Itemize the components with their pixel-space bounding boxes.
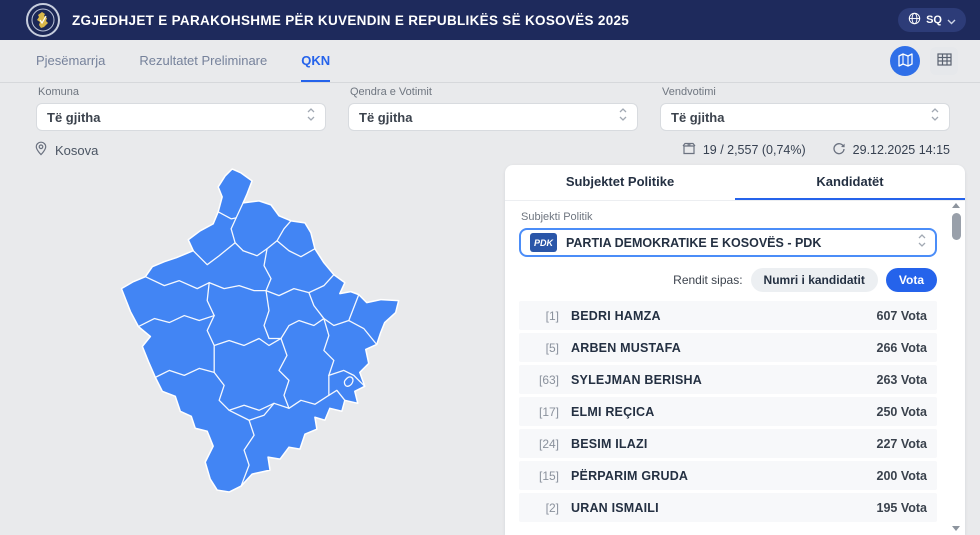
filter-komuna-label: Komuna [38,86,79,98]
up-down-chevrons-icon [619,108,627,126]
scroll-up-icon[interactable] [952,203,960,208]
candidate-name: BESIM ILAZI [571,436,648,451]
sort-by-candidate-number-button[interactable]: Numri i kandidatit [750,268,878,292]
candidate-row[interactable]: [17] ELMI REÇICA 250 Vota [519,397,937,426]
candidate-number: [15] [538,468,559,483]
candidate-row[interactable]: [5] ARBEN MUSTAFA 266 Vota [519,333,937,362]
app-header: ZGJEDHJET E PARAKOHSHME PËR KUVENDIN E R… [0,0,980,40]
candidate-name: PËRPARIM GRUDA [571,468,689,483]
language-code: SQ [926,14,942,26]
language-selector[interactable]: SQ [898,8,966,32]
candidate-votes: 227 Vota [876,436,928,451]
up-down-chevrons-icon [931,108,939,126]
subject-politik-select[interactable]: PDK PARTIA DEMOKRATIKE E KOSOVËS - PDK [519,228,937,257]
filter-komuna-value: Të gjitha [47,109,101,125]
candidate-row[interactable]: [24] BESIM ILAZI 227 Vota [519,429,937,458]
filter-qendra: Qendra e Votimit Të gjitha [348,86,638,131]
page-title: ZGJEDHJET E PARAKOHSHME PËR KUVENDIN E R… [72,12,630,28]
ballot-box-icon [682,142,696,158]
status-row: Kosova 19 / 2,557 (0,74%) 29.12.2025 14:… [34,139,950,161]
view-toggles [890,40,958,82]
scroll-down-icon[interactable] [952,526,960,531]
candidate-number: [1] [545,308,559,323]
panel-body: Subjekti Politik PDK PARTIA DEMOKRATIKE … [505,201,965,522]
pdk-party-logo: PDK [530,233,557,252]
up-down-chevrons-icon [918,233,926,252]
filter-qendra-label: Qendra e Votimit [350,86,432,98]
tab-qkn[interactable]: QKN [301,40,331,82]
candidate-number: [63] [538,372,559,387]
tab-rezultatet-preliminare[interactable]: Rezultatet Preliminare [139,40,267,82]
candidate-name: ELMI REÇICA [571,404,655,419]
kqz-logo-icon [26,3,60,37]
filter-qendra-select[interactable]: Të gjitha [348,103,638,131]
stats-group: 19 / 2,557 (0,74%) 29.12.2025 14:15 [682,142,950,159]
map-pin-icon [34,141,48,159]
map-view-button[interactable] [890,46,920,76]
chevron-down-icon [947,13,956,28]
sort-by-votes-button[interactable]: Vota [885,268,937,292]
candidate-number: [5] [545,340,559,355]
candidate-row[interactable]: [63] SYLEJMAN BERISHA 263 Vota [519,365,937,394]
subject-politik-label: Subjekti Politik [521,211,593,223]
table-icon [936,53,952,69]
filters-row: Komuna Të gjitha Qendra e Votimit Të gji… [36,86,950,131]
up-down-chevrons-icon [307,108,315,126]
filter-qendra-value: Të gjitha [359,109,413,125]
filter-komuna-select[interactable]: Të gjitha [36,103,326,131]
counted-value: 19 / 2,557 (0,74%) [702,143,806,157]
tab-pjesemarrja[interactable]: Pjesëmarrja [36,40,105,82]
translate-globe-icon [908,12,921,28]
subject-politik-value: PARTIA DEMOKRATIKE E KOSOVËS - PDK [566,235,822,250]
candidate-votes: 200 Vota [876,468,928,483]
candidate-row[interactable]: [2] URAN ISMAILI 195 Vota [519,493,937,522]
candidate-votes: 607 Vota [876,308,928,323]
last-updated-value: 29.12.2025 14:15 [852,143,950,157]
scrollbar-thumb[interactable] [951,213,961,240]
main-tabbar: Pjesëmarrja Rezultatet Preliminare QKN [0,40,980,83]
tab-subjektet-politike[interactable]: Subjektet Politike [505,165,735,200]
candidate-row[interactable]: [15] PËRPARIM GRUDA 200 Vota [519,461,937,490]
filter-komuna: Komuna Të gjitha [36,86,326,131]
candidate-votes: 266 Vota [876,340,928,355]
candidate-name: SYLEJMAN BERISHA [571,372,702,387]
panel-tabs: Subjektet Politike Kandidatët [505,165,965,201]
table-view-button[interactable] [930,47,958,75]
candidate-name: URAN ISMAILI [571,500,659,515]
candidate-number: [17] [538,404,559,419]
map-icon [897,52,913,70]
filter-vendvotimi: Vendvotimi Të gjitha [660,86,950,131]
refresh-icon[interactable] [832,142,846,159]
candidate-list: [1] BEDRI HAMZA 607 Vota [5] ARBEN MUSTA… [519,301,937,522]
kosovo-map[interactable] [118,161,440,509]
kosovo-municipalities [120,168,400,493]
candidate-number: [24] [538,436,559,451]
panel-scrollbar[interactable] [950,203,962,531]
sort-by-label: Rendit sipas: [673,273,743,287]
candidate-number: [2] [545,500,559,515]
results-panel: Subjektet Politike Kandidatët Subjekti P… [505,165,965,535]
filter-vendvotimi-value: Të gjitha [671,109,725,125]
candidate-name: ARBEN MUSTAFA [571,340,682,355]
tab-kandidatet[interactable]: Kandidatët [735,165,965,200]
sort-row: Rendit sipas: Numri i kandidatit Vota [519,268,937,292]
filter-vendvotimi-label: Vendvotimi [662,86,716,98]
candidate-row[interactable]: [1] BEDRI HAMZA 607 Vota [519,301,937,330]
candidate-votes: 263 Vota [876,372,928,387]
location-group: Kosova [34,141,98,159]
candidate-name: BEDRI HAMZA [571,308,661,323]
filter-vendvotimi-select[interactable]: Të gjitha [660,103,950,131]
location-label: Kosova [55,142,99,158]
candidate-votes: 250 Vota [876,404,928,419]
election-results-page: { "header": { "title": "ZGJEDHJET E PARA… [0,0,980,535]
candidate-votes: 195 Vota [876,500,928,515]
